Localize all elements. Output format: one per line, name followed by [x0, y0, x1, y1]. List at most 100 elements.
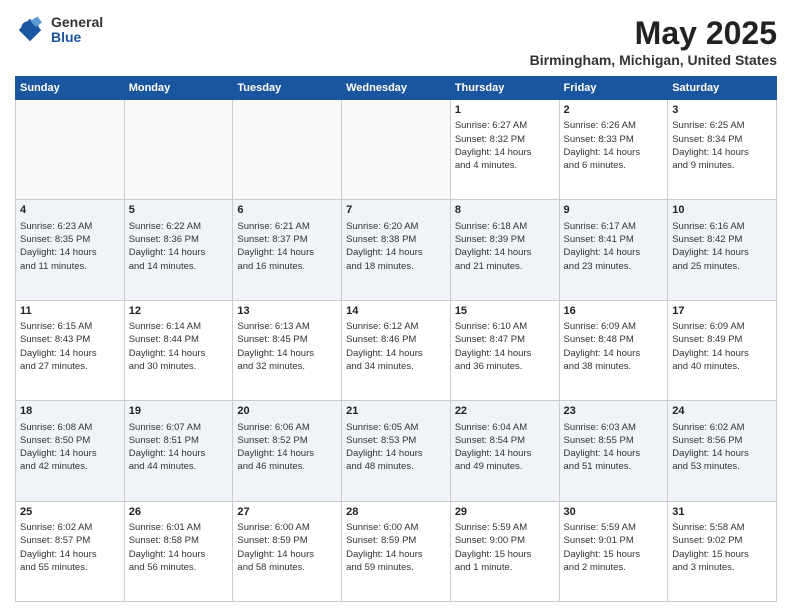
day-number: 18 — [20, 404, 120, 419]
day-info: Sunrise: 6:18 AM — [455, 220, 555, 233]
day-info: Sunrise: 6:22 AM — [129, 220, 229, 233]
day-info: Daylight: 14 hours — [237, 447, 337, 460]
day-info: Sunrise: 6:02 AM — [20, 521, 120, 534]
day-info: Daylight: 14 hours — [129, 347, 229, 360]
day-info: Sunrise: 6:09 AM — [672, 320, 772, 333]
calendar-cell: 29Sunrise: 5:59 AMSunset: 9:00 PMDayligh… — [450, 501, 559, 601]
day-info: Daylight: 14 hours — [346, 246, 446, 259]
calendar-cell: 18Sunrise: 6:08 AMSunset: 8:50 PMDayligh… — [16, 401, 125, 501]
day-info: Daylight: 14 hours — [455, 146, 555, 159]
calendar-cell: 21Sunrise: 6:05 AMSunset: 8:53 PMDayligh… — [342, 401, 451, 501]
day-number: 5 — [129, 203, 229, 218]
day-header-friday: Friday — [559, 77, 668, 100]
day-info: Sunset: 8:33 PM — [564, 133, 664, 146]
day-info: and 27 minutes. — [20, 360, 120, 373]
day-info: Sunset: 8:47 PM — [455, 333, 555, 346]
day-number: 21 — [346, 404, 446, 419]
day-number: 26 — [129, 505, 229, 520]
calendar-cell: 11Sunrise: 6:15 AMSunset: 8:43 PMDayligh… — [16, 300, 125, 400]
day-info: and 58 minutes. — [237, 561, 337, 574]
day-info: Sunset: 8:48 PM — [564, 333, 664, 346]
calendar-cell — [233, 100, 342, 200]
day-info: Sunrise: 6:20 AM — [346, 220, 446, 233]
calendar-week-1: 1Sunrise: 6:27 AMSunset: 8:32 PMDaylight… — [16, 100, 777, 200]
day-info: and 55 minutes. — [20, 561, 120, 574]
day-number: 16 — [564, 304, 664, 319]
day-number: 11 — [20, 304, 120, 319]
day-info: Sunset: 8:59 PM — [237, 534, 337, 547]
day-number: 29 — [455, 505, 555, 520]
day-info: Daylight: 14 hours — [564, 246, 664, 259]
logo-blue-text: Blue — [51, 30, 103, 45]
day-info: and 56 minutes. — [129, 561, 229, 574]
header: General Blue May 2025 Birmingham, Michig… — [15, 15, 777, 68]
day-info: and 32 minutes. — [237, 360, 337, 373]
day-info: Daylight: 14 hours — [455, 246, 555, 259]
calendar-cell: 12Sunrise: 6:14 AMSunset: 8:44 PMDayligh… — [124, 300, 233, 400]
calendar-cell: 9Sunrise: 6:17 AMSunset: 8:41 PMDaylight… — [559, 200, 668, 300]
day-info: Sunset: 8:32 PM — [455, 133, 555, 146]
day-info: Sunrise: 6:26 AM — [564, 119, 664, 132]
calendar-week-5: 25Sunrise: 6:02 AMSunset: 8:57 PMDayligh… — [16, 501, 777, 601]
calendar-cell: 23Sunrise: 6:03 AMSunset: 8:55 PMDayligh… — [559, 401, 668, 501]
day-info: Sunrise: 6:10 AM — [455, 320, 555, 333]
main-title: May 2025 — [530, 15, 777, 52]
day-info: Sunset: 8:56 PM — [672, 434, 772, 447]
day-info: Sunset: 8:39 PM — [455, 233, 555, 246]
calendar-cell: 10Sunrise: 6:16 AMSunset: 8:42 PMDayligh… — [668, 200, 777, 300]
day-info: and 30 minutes. — [129, 360, 229, 373]
day-info: Sunset: 8:51 PM — [129, 434, 229, 447]
day-info: and 11 minutes. — [20, 260, 120, 273]
calendar-cell: 1Sunrise: 6:27 AMSunset: 8:32 PMDaylight… — [450, 100, 559, 200]
day-info: Sunrise: 6:14 AM — [129, 320, 229, 333]
day-number: 4 — [20, 203, 120, 218]
subtitle: Birmingham, Michigan, United States — [530, 52, 777, 68]
calendar-cell: 31Sunrise: 5:58 AMSunset: 9:02 PMDayligh… — [668, 501, 777, 601]
day-number: 1 — [455, 103, 555, 118]
day-info: and 2 minutes. — [564, 561, 664, 574]
calendar-cell: 6Sunrise: 6:21 AMSunset: 8:37 PMDaylight… — [233, 200, 342, 300]
day-number: 17 — [672, 304, 772, 319]
day-info: Daylight: 14 hours — [20, 347, 120, 360]
day-info: Sunrise: 6:07 AM — [129, 421, 229, 434]
day-info: Sunrise: 6:02 AM — [672, 421, 772, 434]
logo-general-text: General — [51, 15, 103, 30]
day-info: Sunset: 8:53 PM — [346, 434, 446, 447]
day-number: 28 — [346, 505, 446, 520]
day-header-tuesday: Tuesday — [233, 77, 342, 100]
day-info: Sunset: 8:50 PM — [20, 434, 120, 447]
day-info: Daylight: 14 hours — [129, 447, 229, 460]
day-info: Sunset: 9:01 PM — [564, 534, 664, 547]
logo-icon — [15, 15, 45, 45]
calendar-cell: 17Sunrise: 6:09 AMSunset: 8:49 PMDayligh… — [668, 300, 777, 400]
day-info: Sunrise: 5:59 AM — [564, 521, 664, 534]
calendar-cell — [16, 100, 125, 200]
day-number: 22 — [455, 404, 555, 419]
day-header-monday: Monday — [124, 77, 233, 100]
logo: General Blue — [15, 15, 103, 46]
calendar-cell: 16Sunrise: 6:09 AMSunset: 8:48 PMDayligh… — [559, 300, 668, 400]
day-number: 30 — [564, 505, 664, 520]
calendar-cell — [124, 100, 233, 200]
day-header-wednesday: Wednesday — [342, 77, 451, 100]
day-info: Daylight: 14 hours — [346, 548, 446, 561]
day-info: and 48 minutes. — [346, 460, 446, 473]
day-info: Sunrise: 6:06 AM — [237, 421, 337, 434]
day-number: 7 — [346, 203, 446, 218]
page: General Blue May 2025 Birmingham, Michig… — [0, 0, 792, 612]
day-number: 6 — [237, 203, 337, 218]
day-info: Sunrise: 6:08 AM — [20, 421, 120, 434]
day-info: Sunrise: 6:13 AM — [237, 320, 337, 333]
day-info: and 3 minutes. — [672, 561, 772, 574]
day-info: Daylight: 14 hours — [129, 548, 229, 561]
day-info: Daylight: 14 hours — [564, 146, 664, 159]
calendar-cell: 4Sunrise: 6:23 AMSunset: 8:35 PMDaylight… — [16, 200, 125, 300]
calendar-cell — [342, 100, 451, 200]
day-info: Sunset: 9:00 PM — [455, 534, 555, 547]
day-info: Sunset: 8:59 PM — [346, 534, 446, 547]
day-info: Sunset: 8:36 PM — [129, 233, 229, 246]
calendar-cell: 22Sunrise: 6:04 AMSunset: 8:54 PMDayligh… — [450, 401, 559, 501]
day-info: Daylight: 14 hours — [346, 347, 446, 360]
calendar-week-3: 11Sunrise: 6:15 AMSunset: 8:43 PMDayligh… — [16, 300, 777, 400]
day-info: Sunrise: 6:16 AM — [672, 220, 772, 233]
